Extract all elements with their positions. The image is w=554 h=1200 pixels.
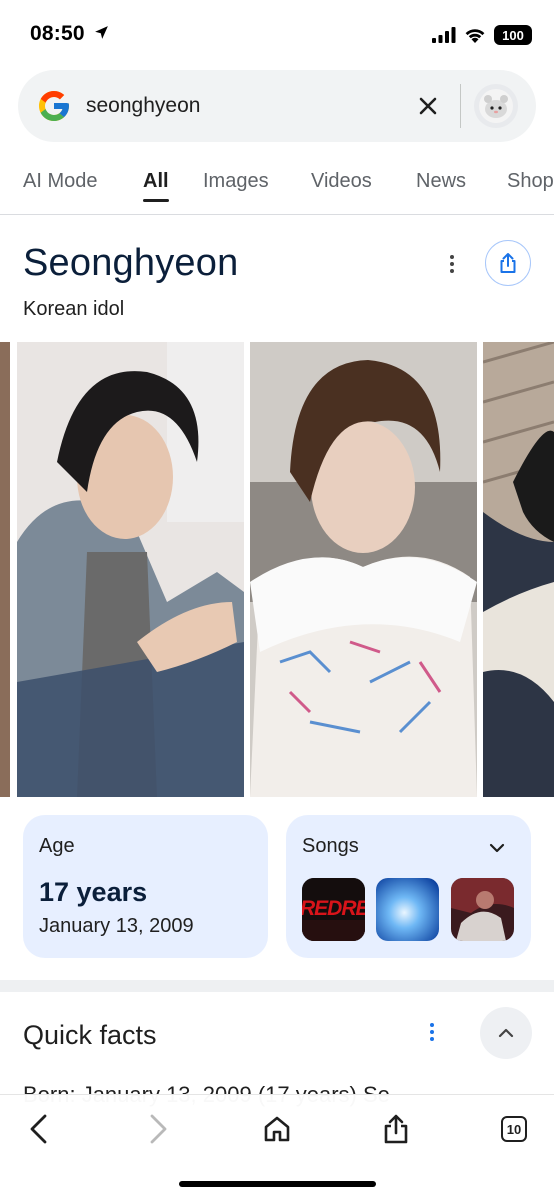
chevron-up-icon [498,1028,514,1038]
home-indicator [179,1181,376,1187]
chevron-down-icon[interactable] [486,837,508,859]
account-avatar[interactable] [474,84,518,128]
photo-thumbnail[interactable] [17,342,244,797]
photo-portrait-3 [483,342,554,797]
song-thumbnail[interactable] [451,878,514,941]
tab-ai-mode[interactable]: AI Mode [23,170,97,193]
entity-title: Seonghyeon [23,242,239,284]
tabs-count-icon: 10 [501,1116,527,1142]
cellular-signal-icon [432,27,456,43]
song-thumbnail[interactable]: REDRE [302,878,365,941]
search-bar[interactable]: seonghyeon [18,70,536,142]
search-input[interactable]: seonghyeon [86,94,200,118]
songs-card[interactable]: Songs REDRE [286,815,531,958]
photo-portrait-2 [250,342,477,797]
quick-facts-title: Quick facts [23,1020,157,1050]
collapse-button[interactable] [480,1007,532,1059]
back-arrow-icon [30,1114,47,1144]
home-button[interactable] [255,1107,299,1151]
home-icon [264,1116,290,1142]
clear-search-button[interactable] [416,90,440,122]
search-divider [460,84,461,128]
section-separator [0,980,554,992]
tabs-divider [0,214,554,215]
location-arrow-icon [94,26,108,39]
age-label: Age [39,835,75,857]
photo-thumbnail[interactable] [483,342,554,797]
song-thumbnail[interactable] [376,878,439,941]
age-value: 17 years [39,877,148,907]
photo-portrait-1 [17,342,244,797]
tab-shopping[interactable]: Shop [507,170,554,193]
back-button[interactable] [17,1107,61,1151]
close-icon [419,97,437,115]
songs-label: Songs [302,835,359,857]
tab-videos[interactable]: Videos [311,170,372,193]
tabs-button[interactable]: 10 [492,1107,536,1151]
status-icons: 100 [432,22,532,48]
active-tab-indicator [143,199,169,202]
entity-subtitle: Korean idol [23,298,125,320]
song-cover-red [451,878,514,941]
share-icon [500,253,516,273]
share-page-button[interactable] [374,1107,418,1151]
photo-thumbnail[interactable] [0,342,10,797]
wifi-icon [465,29,485,43]
share-button[interactable] [485,240,531,286]
tab-news[interactable]: News [416,170,466,193]
tab-all[interactable]: All [143,170,169,193]
image-carousel[interactable] [0,342,554,797]
more-options-icon[interactable] [420,1020,444,1044]
song-cover-text: REDRE [302,897,365,920]
birth-date: January 13, 2009 [39,915,194,937]
forward-arrow-icon [150,1114,167,1144]
age-card[interactable]: Age 17 years January 13, 2009 [23,815,268,958]
song-cover-blue [376,878,439,941]
google-logo-icon [39,91,69,121]
photo-thumbnail[interactable] [250,342,477,797]
forward-button[interactable] [136,1107,180,1151]
battery-indicator: 100 [494,25,532,45]
tabs-count: 10 [506,1121,522,1137]
status-time: 08:50 [30,22,110,46]
more-options-icon[interactable] [440,252,464,276]
avatar-character-icon [479,89,513,123]
share-icon [384,1114,408,1144]
tab-images[interactable]: Images [203,170,269,193]
